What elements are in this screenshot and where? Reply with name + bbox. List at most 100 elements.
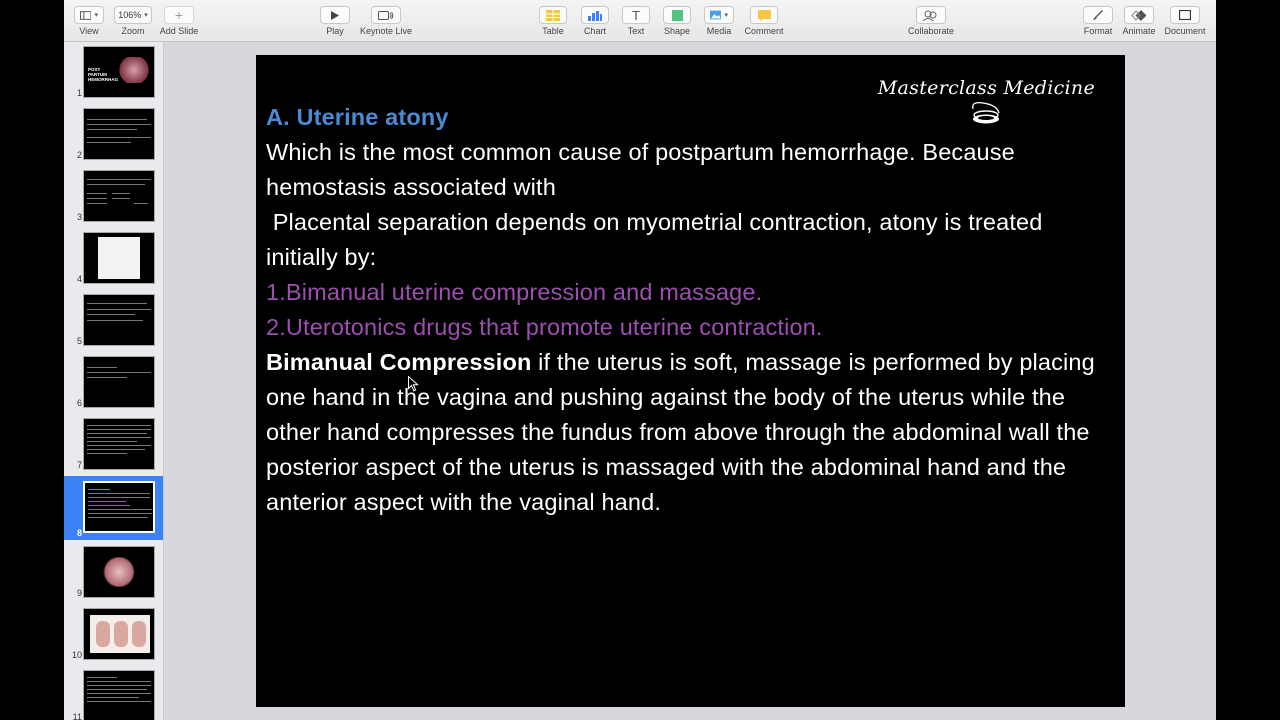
chevron-down-icon: ▾ <box>94 12 98 19</box>
chart-button[interactable]: Chart <box>580 4 610 40</box>
slide-number: 5 <box>76 336 82 346</box>
intro-line-2: Placental separation depends on myometri… <box>266 209 1050 270</box>
thumbnail-preview <box>83 294 155 346</box>
chart-label: Chart <box>583 26 606 36</box>
sidebar-view-icon <box>80 10 92 20</box>
chevron-down-icon: ▾ <box>144 12 148 19</box>
slide-number: 1 <box>76 88 82 98</box>
slide-thumbnail-8[interactable]: 8 <box>64 476 163 540</box>
keynote-live-icon <box>378 10 394 20</box>
table-button[interactable]: Table <box>538 4 568 40</box>
zoom-value: 106% <box>118 10 142 20</box>
document-button[interactable]: Document <box>1162 4 1208 40</box>
toolbar: ▾ View 106% ▾ Zoom + Add Slide Play Keyn… <box>64 0 1216 42</box>
intro-text: Which is the most common cause of postpa… <box>266 135 1116 205</box>
keynote-live-button[interactable]: Keynote Live <box>357 4 415 40</box>
shape-label: Shape <box>663 26 691 36</box>
slide-thumbnail-1[interactable]: POST PARTUM HEMORRHAGE 1 <box>64 42 163 100</box>
slide-thumbnail-9[interactable]: 9 <box>64 542 163 600</box>
thumbnail-preview <box>83 232 155 284</box>
chart-icon <box>588 10 602 21</box>
animate-button[interactable]: Animate <box>1120 4 1158 40</box>
view-label: View <box>79 26 99 36</box>
table-label: Table <box>542 26 564 36</box>
slide-thumbnail-2[interactable]: 2 <box>64 104 163 162</box>
mouse-cursor-icon <box>408 376 419 392</box>
media-icon <box>710 10 722 20</box>
slide-thumbnail-11[interactable]: 11 <box>64 666 163 720</box>
chevron-down-icon: ▾ <box>724 12 728 19</box>
intro-line-1: Which is the most common cause of postpa… <box>266 139 1015 200</box>
text-button[interactable]: T Text <box>621 4 651 40</box>
slide-thumbnail-5[interactable]: 5 <box>64 290 163 348</box>
thumbnail-preview <box>83 170 155 222</box>
brand-text: Masterclass Medicine <box>877 77 1095 99</box>
slide-number: 9 <box>76 588 82 598</box>
table-icon <box>546 9 560 21</box>
media-label: Media <box>706 26 732 36</box>
zoom-button[interactable]: 106% ▾ Zoom <box>114 4 152 40</box>
shape-icon <box>671 9 683 21</box>
document-icon <box>1179 10 1191 20</box>
document-label: Document <box>1164 26 1206 36</box>
thumbnail-preview <box>83 356 155 408</box>
text-label: Text <box>627 26 645 36</box>
comment-button[interactable]: Comment <box>743 4 785 40</box>
keynote-window: ▾ View 106% ▾ Zoom + Add Slide Play Keyn… <box>64 0 1216 720</box>
plus-icon: + <box>174 7 184 23</box>
add-slide-label: Add Slide <box>159 26 199 36</box>
slide-thumbnail-3[interactable]: 3 <box>64 166 163 224</box>
list-item-2: 2.Uterotonics drugs that promote uterine… <box>266 314 823 340</box>
slide-thumbnail-7[interactable]: 7 <box>64 414 163 472</box>
slide-thumbnail-6[interactable]: 6 <box>64 352 163 410</box>
slide-number: 6 <box>76 398 82 408</box>
thumbnail-preview <box>83 481 155 533</box>
thumbnail-preview <box>83 608 155 660</box>
animate-label: Animate <box>1122 26 1156 36</box>
comment-icon <box>757 9 771 21</box>
thumbnail-preview: POST PARTUM HEMORRHAGE <box>83 46 155 98</box>
collaborate-label: Collaborate <box>907 26 955 36</box>
view-button[interactable]: ▾ View <box>74 4 104 40</box>
slide-canvas[interactable]: Masterclass Medicine A. Uterine atony Wh… <box>165 42 1216 720</box>
play-label: Play <box>326 26 344 36</box>
current-slide[interactable]: Masterclass Medicine A. Uterine atony Wh… <box>256 55 1125 707</box>
thumbnail-preview <box>83 546 155 598</box>
collaborate-icon <box>923 10 937 21</box>
play-icon <box>331 10 339 20</box>
collaborate-button[interactable]: Collaborate <box>904 4 958 40</box>
compression-illustration <box>102 557 136 587</box>
slide-number: 10 <box>71 650 82 660</box>
slide-number: 4 <box>76 274 82 284</box>
thumbnail-title: POST PARTUM HEMORRHAGE <box>88 67 122 82</box>
uterus-illustration <box>118 57 150 83</box>
slide-text-box[interactable]: A. Uterine atony Which is the most commo… <box>266 100 1116 520</box>
anatomy-illustration <box>90 615 150 653</box>
thumbnail-preview <box>83 670 155 720</box>
slide-thumbnail-10[interactable]: 10 <box>64 604 163 662</box>
add-slide-button[interactable]: + Add Slide <box>158 4 200 40</box>
format-button[interactable]: Format <box>1080 4 1116 40</box>
animate-diamond-icon <box>1131 9 1147 21</box>
shape-button[interactable]: Shape <box>662 4 692 40</box>
slide-thumbnail-4[interactable]: 4 <box>64 228 163 286</box>
compression-paragraph: Bimanual Compression if the uterus is so… <box>266 345 1116 520</box>
slide-number: 3 <box>76 212 82 222</box>
thumbnail-preview <box>83 418 155 470</box>
diagram-image <box>98 237 140 279</box>
slide-number: 2 <box>76 150 82 160</box>
list-item-1: 1.Bimanual uterine compression and massa… <box>266 279 763 305</box>
slide-navigator[interactable]: POST PARTUM HEMORRHAGE 1 2 3 4 5 6 7 8 9… <box>64 42 164 720</box>
comment-label: Comment <box>744 26 784 36</box>
play-button[interactable]: Play <box>320 4 350 40</box>
paragraph-lead: Bimanual Compression <box>266 349 532 375</box>
slide-number: 11 <box>72 712 82 720</box>
intro-text-2: Placental separation depends on myometri… <box>266 205 1116 275</box>
slide-number: 8 <box>76 528 82 538</box>
thumbnail-preview <box>83 108 155 160</box>
text-icon: T <box>632 7 640 23</box>
slide-number: 7 <box>76 460 82 470</box>
paintbrush-icon <box>1093 10 1103 20</box>
media-button[interactable]: ▾ Media <box>704 4 734 40</box>
zoom-label: Zoom <box>121 26 145 36</box>
